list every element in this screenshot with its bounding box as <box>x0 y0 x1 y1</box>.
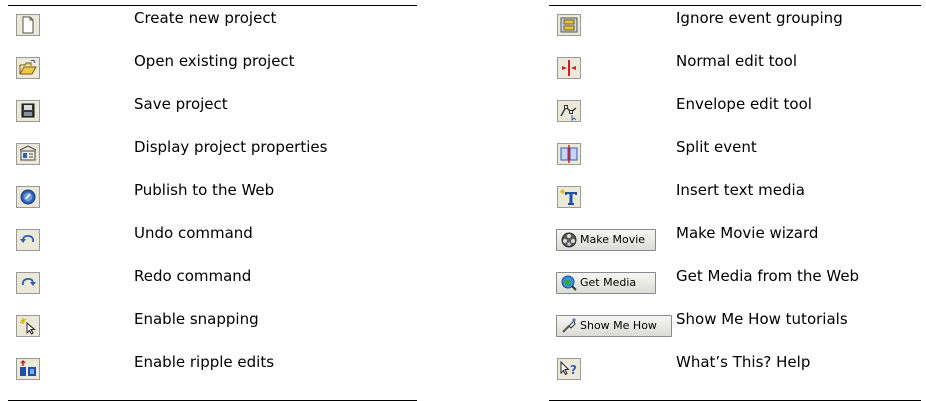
table-row: ? What’s This? Help <box>549 350 921 393</box>
table-row: Envelope edit tool <box>549 92 921 135</box>
list-item-label: Show Me How tutorials <box>676 310 848 328</box>
snapping-icon <box>16 315 40 337</box>
list-item-label: Enable ripple edits <box>134 353 275 371</box>
split-event-icon <box>557 143 581 165</box>
insert-text-icon <box>557 186 581 208</box>
table-row: Insert text media <box>549 178 921 221</box>
table-row: Ignore event grouping <box>549 6 921 49</box>
list-item-label: Undo command <box>134 224 253 242</box>
list-item-label: Open existing project <box>134 52 295 70</box>
show-me-how-button[interactable]: Show Me How <box>556 315 672 337</box>
publish-web-icon <box>16 186 40 208</box>
whats-this-help-icon: ? <box>557 358 581 380</box>
list-item-label: Display project properties <box>134 138 328 156</box>
project-properties-icon <box>16 143 40 165</box>
table-row: Publish to the Web <box>8 178 417 221</box>
get-media-button-text: Get Media <box>580 276 637 289</box>
show-me-how-icon <box>562 318 576 333</box>
table-row: Save project <box>8 92 417 135</box>
open-folder-icon <box>16 57 40 79</box>
list-item-label: Ignore event grouping <box>676 9 843 27</box>
table-row: Open existing project <box>8 49 417 92</box>
list-item-label: Make Movie wizard <box>676 224 819 242</box>
redo-icon <box>16 272 40 294</box>
list-item-label: Normal edit tool <box>676 52 798 70</box>
get-media-icon <box>561 275 577 291</box>
make-movie-icon <box>561 232 577 248</box>
table-row: Undo command <box>8 221 417 264</box>
table-row: Enable snapping <box>8 307 417 350</box>
list-item-label: Enable snapping <box>134 310 259 328</box>
list-item-label: Create new project <box>134 9 277 27</box>
make-movie-button[interactable]: Make Movie <box>556 229 656 251</box>
table-row: Create new project <box>8 6 417 49</box>
show-me-how-button-text: Show Me How <box>580 319 657 332</box>
list-item-label: Publish to the Web <box>134 181 275 199</box>
list-item-label: Insert text media <box>676 181 805 199</box>
make-movie-button-text: Make Movie <box>580 233 646 246</box>
undo-icon <box>16 229 40 251</box>
list-item-label: What’s This? Help <box>676 353 811 371</box>
list-item-label: Save project <box>134 95 228 113</box>
table-row: Show Me How Show Me How tutorials <box>549 307 921 350</box>
envelope-edit-icon <box>557 100 581 122</box>
list-item-label: Envelope edit tool <box>676 95 812 113</box>
table-row: Display project properties <box>8 135 417 178</box>
ripple-edit-icon <box>16 358 40 380</box>
table-row: Get Media Get Media from the Web <box>549 264 921 307</box>
table-row: Redo command <box>8 264 417 307</box>
table-row: Normal edit tool <box>549 49 921 92</box>
table-row: Enable ripple edits <box>8 350 417 393</box>
table-row: Split event <box>549 135 921 178</box>
list-item-label: Get Media from the Web <box>676 267 860 285</box>
right-icon-table: Ignore event grouping Normal edit tool E… <box>549 0 921 401</box>
svg-text:?: ? <box>570 363 577 377</box>
list-item-label: Redo command <box>134 267 252 285</box>
table-row: Make Movie Make Movie wizard <box>549 221 921 264</box>
left-icon-table: Create new project Open existing project <box>8 0 417 401</box>
normal-edit-icon <box>557 57 581 79</box>
floppy-disk-icon <box>16 100 40 122</box>
ignore-grouping-icon <box>557 14 581 36</box>
new-document-icon <box>16 14 40 36</box>
list-item-label: Split event <box>676 138 757 156</box>
get-media-button[interactable]: Get Media <box>556 272 656 294</box>
